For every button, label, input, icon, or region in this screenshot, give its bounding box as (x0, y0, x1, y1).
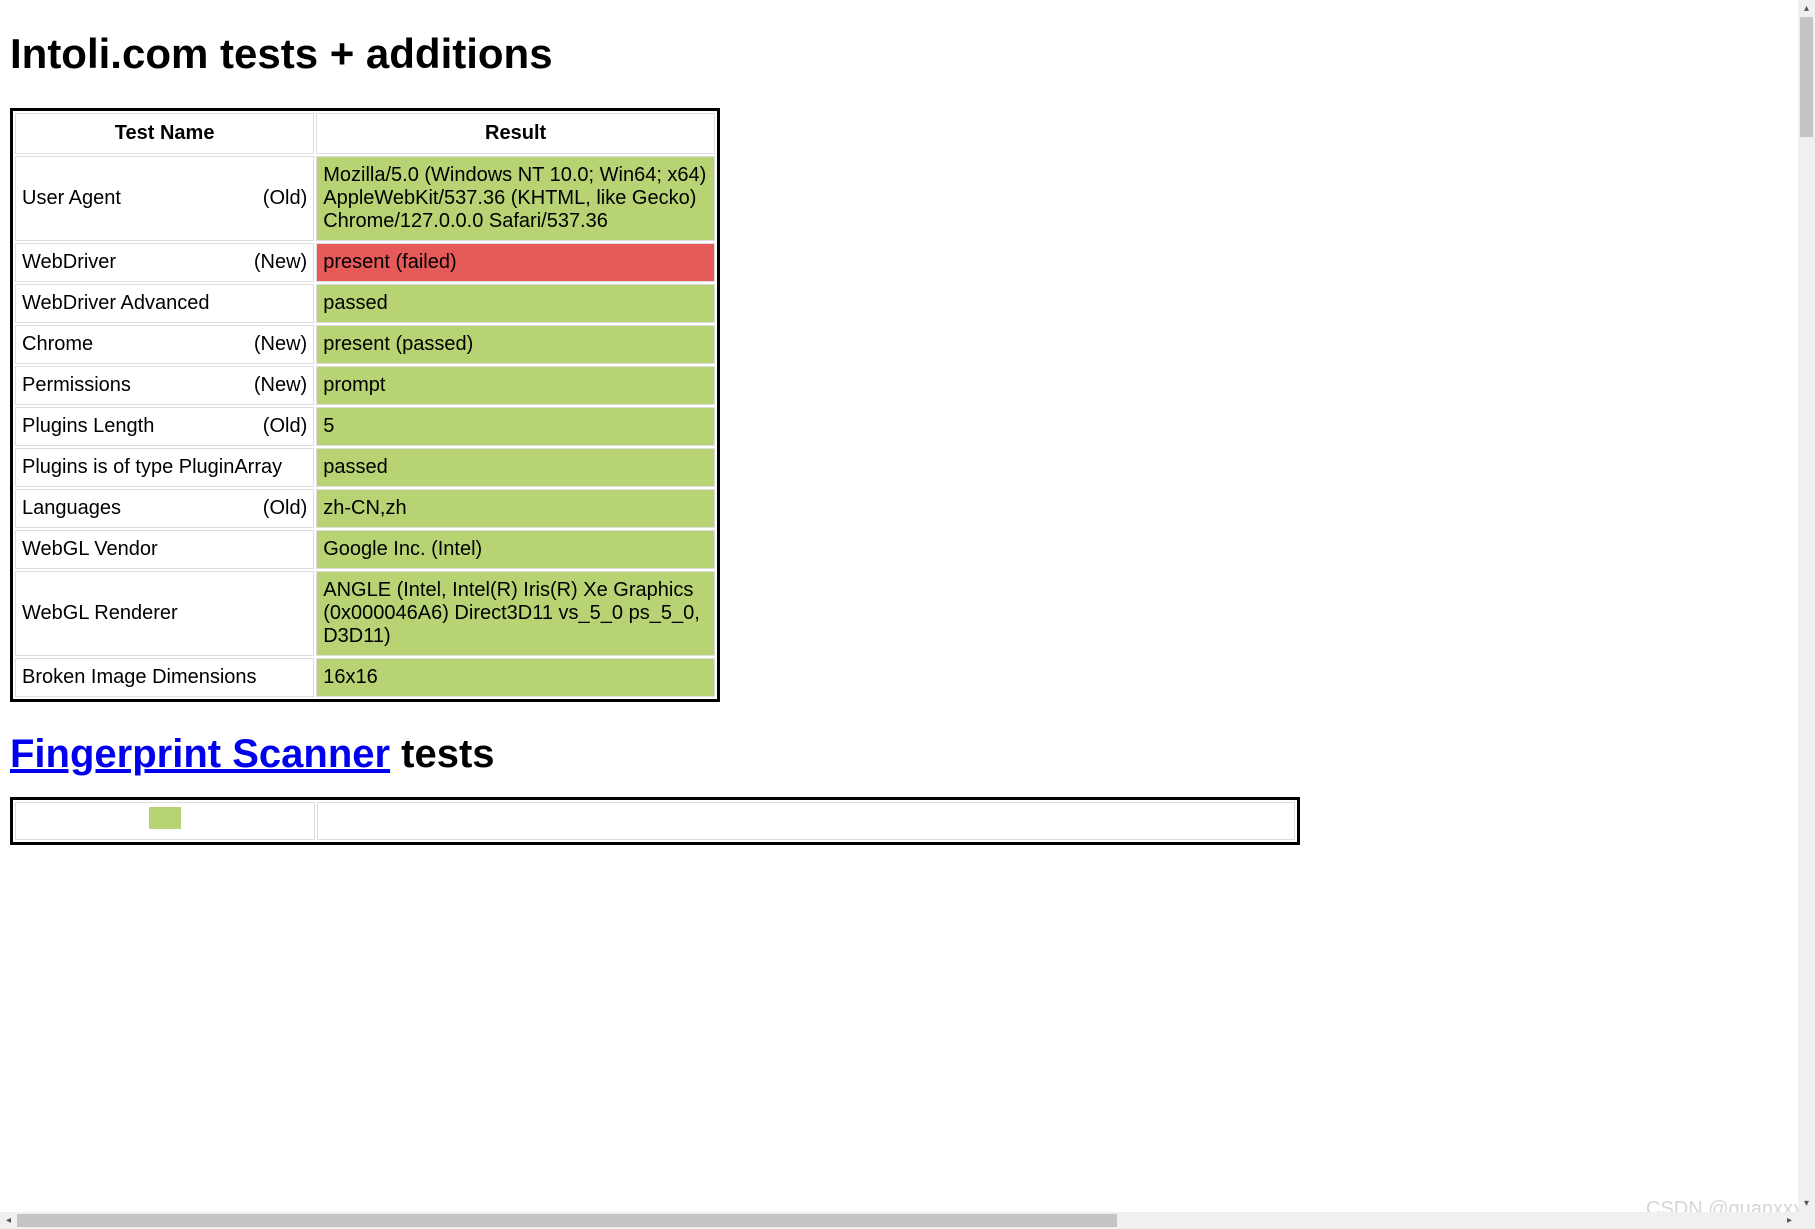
table-header-result: Result (316, 113, 715, 154)
fingerprint-scanner-link[interactable]: Fingerprint Scanner (10, 732, 390, 776)
vertical-scrollbar[interactable]: ▴ ▾ (1798, 0, 1815, 1229)
empty-cell (317, 802, 1295, 840)
heading-rest: tests (390, 732, 495, 776)
test-result-cell: Google Inc. (Intel) (316, 530, 715, 569)
test-result-cell: prompt (316, 366, 715, 405)
table-row: Plugins Length (Old) 5 (15, 407, 715, 446)
page-title: Intoli.com tests + additions (10, 30, 1805, 78)
test-result-cell: 5 (316, 407, 715, 446)
test-name-label: User Agent (22, 187, 121, 210)
test-name-cell: Permissions (New) (15, 366, 314, 405)
test-result-cell: present (passed) (316, 325, 715, 364)
test-result-cell: 16x16 (316, 658, 715, 697)
test-name-label: WebDriver (22, 251, 116, 274)
table-header-name: Test Name (15, 113, 314, 154)
test-name-cell: WebGL Renderer (15, 571, 314, 656)
test-name-cell: Broken Image Dimensions (15, 658, 314, 697)
vertical-scroll-thumb[interactable] (1800, 17, 1813, 137)
table-row: Languages (Old) zh-CN,zh (15, 489, 715, 528)
scroll-up-arrow-icon[interactable]: ▴ (1798, 0, 1815, 17)
table-row: Permissions (New) prompt (15, 366, 715, 405)
test-name-label: Plugins Length (22, 415, 154, 438)
test-tag-label: (Old) (263, 497, 307, 520)
test-result-cell: zh-CN,zh (316, 489, 715, 528)
test-tag-label: (New) (254, 374, 307, 397)
table-row: WebGL RendererANGLE (Intel, Intel(R) Iri… (15, 571, 715, 656)
test-name-cell: WebDriver Advanced (15, 284, 314, 323)
test-tag-label: (New) (254, 333, 307, 356)
test-name-cell: Languages (Old) (15, 489, 314, 528)
scroll-right-arrow-icon[interactable]: ▸ (1781, 1212, 1798, 1229)
test-tag-label: (Old) (263, 415, 307, 438)
table-row (15, 802, 1295, 840)
fingerprint-scanner-heading: Fingerprint Scanner tests (10, 732, 1805, 777)
fingerprint-table (10, 797, 1300, 845)
test-name-cell: Plugins is of type PluginArray (15, 448, 314, 487)
pass-color-swatch (149, 807, 181, 829)
test-result-cell: Mozilla/5.0 (Windows NT 10.0; Win64; x64… (316, 156, 715, 241)
swatch-cell (15, 802, 315, 840)
table-row: WebDriver Advancedpassed (15, 284, 715, 323)
table-row: WebGL VendorGoogle Inc. (Intel) (15, 530, 715, 569)
test-result-cell: passed (316, 448, 715, 487)
test-name-cell: WebGL Vendor (15, 530, 314, 569)
scroll-left-arrow-icon[interactable]: ◂ (0, 1212, 17, 1229)
test-tag-label: (Old) (263, 187, 307, 210)
test-name-label: Languages (22, 497, 121, 520)
test-tag-label: (New) (254, 251, 307, 274)
test-name-cell: Plugins Length (Old) (15, 407, 314, 446)
test-result-cell: passed (316, 284, 715, 323)
test-name-label: Permissions (22, 374, 131, 397)
test-result-cell: present (failed) (316, 243, 715, 282)
table-row: User Agent (Old) Mozilla/5.0 (Windows NT 1… (15, 156, 715, 241)
table-row: Broken Image Dimensions16x16 (15, 658, 715, 697)
table-row: WebDriver (New) present (failed) (15, 243, 715, 282)
test-name-label: Chrome (22, 333, 93, 356)
scroll-down-arrow-icon[interactable]: ▾ (1798, 1195, 1815, 1212)
test-name-cell: WebDriver (New) (15, 243, 314, 282)
table-row: Plugins is of type PluginArraypassed (15, 448, 715, 487)
scroll-corner (1798, 1212, 1815, 1229)
horizontal-scrollbar[interactable]: ◂ ▸ (0, 1212, 1798, 1229)
table-row: Chrome (New) present (passed) (15, 325, 715, 364)
horizontal-scroll-thumb[interactable] (17, 1214, 1117, 1227)
test-name-cell: User Agent (Old) (15, 156, 314, 241)
test-name-cell: Chrome (New) (15, 325, 314, 364)
test-result-cell: ANGLE (Intel, Intel(R) Iris(R) Xe Graphi… (316, 571, 715, 656)
intoli-tests-table: Test Name Result User Agent (Old) Mozilla/… (10, 108, 720, 702)
